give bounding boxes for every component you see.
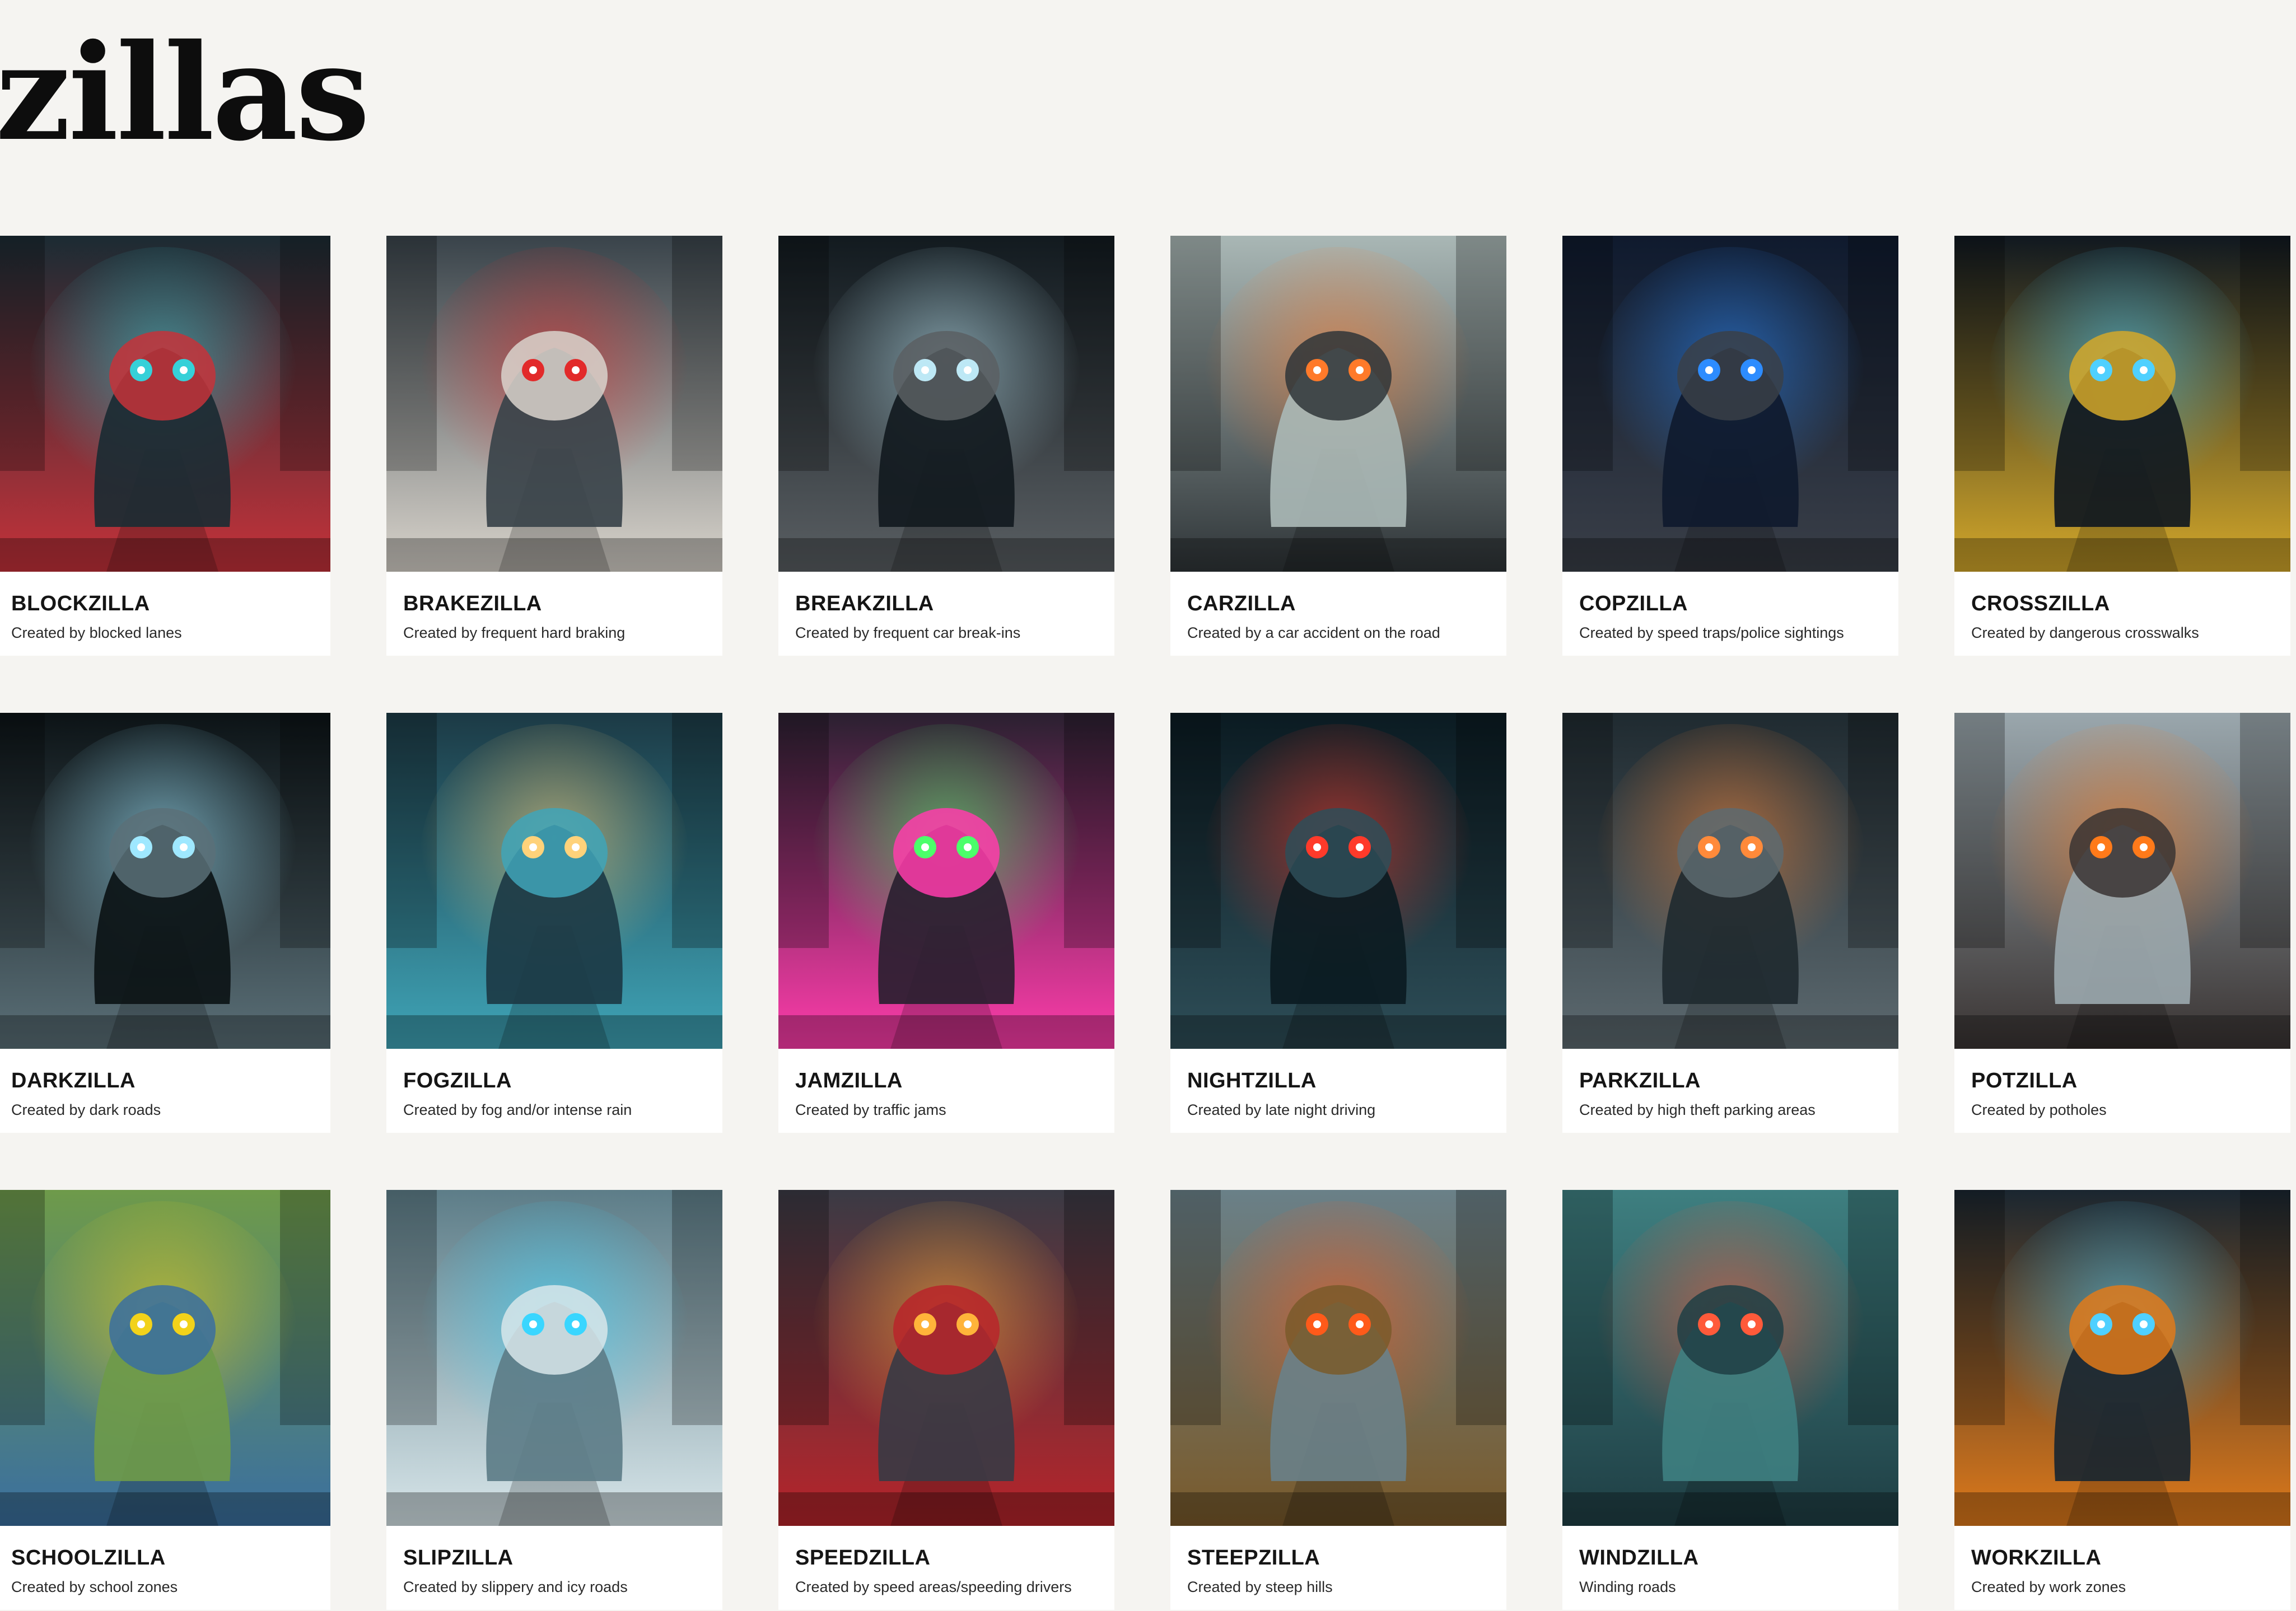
card-body: WORKZILLA Created by work zones xyxy=(1954,1526,2290,1596)
school-zone-monster-image xyxy=(0,1190,330,1526)
zilla-card-windzilla[interactable]: WINDZILLA Winding roads xyxy=(1562,1190,1898,1610)
card-description: Created by traffic jams xyxy=(795,1101,946,1118)
card-description: Winding roads xyxy=(1579,1579,1676,1595)
wreckage-monster-image xyxy=(778,236,1114,572)
speed-monster-image xyxy=(778,1190,1114,1526)
card-description: Created by a car accident on the road xyxy=(1187,624,1440,641)
traffic-light-monster-image xyxy=(778,713,1114,1049)
zilla-card-copzilla[interactable]: COPZILLA Created by speed traps/police si… xyxy=(1562,236,1898,656)
card-description: Created by high theft parking areas xyxy=(1579,1101,1816,1118)
serpent-road-image xyxy=(1562,1190,1898,1526)
tire-monster-image xyxy=(386,236,722,572)
police-robot-image xyxy=(1562,236,1898,572)
card-description: Created by school zones xyxy=(11,1579,178,1595)
card-title: BREAKZILLA xyxy=(795,592,934,615)
night-creature-image xyxy=(1170,713,1506,1049)
card-body: SLIPZILLA Created by slippery and icy roa… xyxy=(386,1526,722,1596)
card-body: WINDZILLA Winding roads xyxy=(1562,1526,1898,1596)
blocked-traffic-monster-image xyxy=(0,236,330,572)
zilla-card-steepzilla[interactable]: STEEPZILLA Created by steep hills xyxy=(1170,1190,1506,1610)
zilla-card-workzilla[interactable]: WORKZILLA Created by work zones xyxy=(1954,1190,2290,1610)
card-title: CARZILLA xyxy=(1187,592,1296,615)
mountain-monster-image xyxy=(1170,1190,1506,1526)
card-body: STEEPZILLA Created by steep hills xyxy=(1170,1526,1506,1596)
zilla-card-carzilla[interactable]: CARZILLA Created by a car accident on the… xyxy=(1170,236,1506,656)
card-description: Created by work zones xyxy=(1971,1579,2126,1595)
card-body: SCHOOLZILLA Created by school zones xyxy=(0,1526,330,1596)
card-body: JAMZILLA Created by traffic jams xyxy=(778,1049,1114,1119)
zilla-card-speedzilla[interactable]: SPEEDZILLA Created by speed areas/speedin… xyxy=(778,1190,1114,1610)
zilla-card-darkzilla[interactable]: DARKZILLA Created by dark roads xyxy=(0,713,330,1133)
card-body: POTZILLA Created by potholes xyxy=(1954,1049,2290,1119)
card-title: COPZILLA xyxy=(1579,592,1688,615)
card-body: NIGHTZILLA Created by late night driving xyxy=(1170,1049,1506,1119)
parking-monster-image xyxy=(1562,713,1898,1049)
card-title: STEEPZILLA xyxy=(1187,1546,1320,1570)
card-body: BLOCKZILLA Created by blocked lanes xyxy=(0,572,330,642)
card-body: PARKZILLA Created by high theft parking a… xyxy=(1562,1049,1898,1119)
zilla-card-blockzilla[interactable]: BLOCKZILLA Created by blocked lanes xyxy=(0,236,330,656)
card-body: COPZILLA Created by speed traps/police si… xyxy=(1562,572,1898,642)
zilla-card-breakzilla[interactable]: BREAKZILLA Created by frequent car break-… xyxy=(778,236,1114,656)
card-body: FOGZILLA Created by fog and/or intense ra… xyxy=(386,1049,722,1119)
card-description: Created by frequent hard braking xyxy=(403,624,626,641)
pothole-monster-image xyxy=(1954,713,2290,1049)
card-title: PARKZILLA xyxy=(1579,1069,1701,1092)
card-title: SCHOOLZILLA xyxy=(11,1546,166,1570)
card-title: CROSSZILLA xyxy=(1971,592,2110,615)
zilla-card-slipzilla[interactable]: SLIPZILLA Created by slippery and icy roa… xyxy=(386,1190,722,1610)
card-body: CROSSZILLA Created by dangerous crosswalk… xyxy=(1954,572,2290,642)
card-description: Created by frequent car break-ins xyxy=(795,624,1021,641)
zilla-card-jamzilla[interactable]: JAMZILLA Created by traffic jams xyxy=(778,713,1114,1133)
card-title: BRAKEZILLA xyxy=(403,592,542,615)
card-body: BRAKEZILLA Created by frequent hard braki… xyxy=(386,572,722,642)
card-description: Created by dark roads xyxy=(11,1101,161,1118)
card-description: Created by dangerous crosswalks xyxy=(1971,624,2199,641)
card-title: SLIPZILLA xyxy=(403,1546,514,1570)
shadow-monster-image xyxy=(0,713,330,1049)
zilla-card-potzilla[interactable]: POTZILLA Created by potholes xyxy=(1954,713,2290,1133)
zilla-card-fogzilla[interactable]: FOGZILLA Created by fog and/or intense ra… xyxy=(386,713,722,1133)
card-title: BLOCKZILLA xyxy=(11,592,150,615)
card-title: DARKZILLA xyxy=(11,1069,136,1092)
zilla-card-schoolzilla[interactable]: SCHOOLZILLA Created by school zones xyxy=(0,1190,330,1610)
card-description: Created by late night driving xyxy=(1187,1101,1376,1118)
card-description: Created by speed areas/speeding drivers xyxy=(795,1579,1072,1595)
card-description: Created by slippery and icy roads xyxy=(403,1579,628,1595)
zilla-card-parkzilla[interactable]: PARKZILLA Created by high theft parking a… xyxy=(1562,713,1898,1133)
zilla-card-crosszilla[interactable]: CROSSZILLA Created by dangerous crosswalk… xyxy=(1954,236,2290,656)
card-body: CARZILLA Created by a car accident on the… xyxy=(1170,572,1506,642)
fog-monster-image xyxy=(386,713,722,1049)
card-title: NIGHTZILLA xyxy=(1187,1069,1317,1092)
card-description: Created by fog and/or intense rain xyxy=(403,1101,632,1118)
card-title: JAMZILLA xyxy=(795,1069,903,1092)
ice-monster-image xyxy=(386,1190,722,1526)
page-title: zillas xyxy=(0,15,370,170)
card-title: POTZILLA xyxy=(1971,1069,2078,1092)
card-title: SPEEDZILLA xyxy=(795,1546,931,1570)
card-description: Created by blocked lanes xyxy=(11,624,182,641)
zilla-card-nightzilla[interactable]: NIGHTZILLA Created by late night driving xyxy=(1170,713,1506,1133)
crosswalk-monster-image xyxy=(1954,236,2290,572)
zilla-card-brakezilla[interactable]: BRAKEZILLA Created by frequent hard braki… xyxy=(386,236,722,656)
card-body: DARKZILLA Created by dark roads xyxy=(0,1049,330,1119)
card-description: Created by steep hills xyxy=(1187,1579,1333,1595)
card-body: SPEEDZILLA Created by speed areas/speedin… xyxy=(778,1526,1114,1596)
car-wreck-monster-image xyxy=(1170,236,1506,572)
card-title: FOGZILLA xyxy=(403,1069,512,1092)
card-description: Created by speed traps/police sightings xyxy=(1579,624,1844,641)
construction-robot-image xyxy=(1954,1190,2290,1526)
card-title: WORKZILLA xyxy=(1971,1546,2102,1570)
zilla-card-grid: BLOCKZILLA Created by blocked lanes BRAKEZ… xyxy=(0,236,2290,1610)
card-title: WINDZILLA xyxy=(1579,1546,1699,1570)
card-description: Created by potholes xyxy=(1971,1101,2107,1118)
card-body: BREAKZILLA Created by frequent car break-… xyxy=(778,572,1114,642)
